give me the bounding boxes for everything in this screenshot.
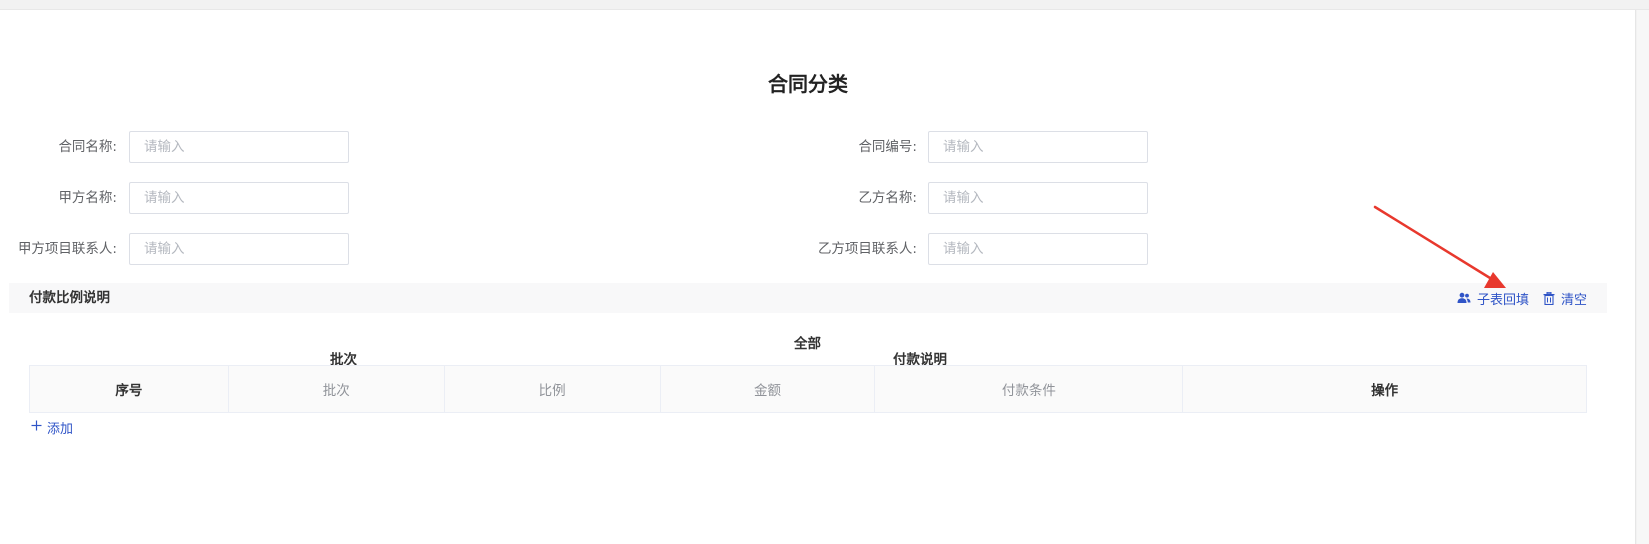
contract-number-input[interactable] [928,131,1148,163]
column-header-ratio: 比例 [443,365,661,413]
column-header-payment-condition: 付款条件 [874,365,1184,413]
party-b-name-label: 乙方名称: [858,190,917,206]
plus-icon [31,420,42,435]
column-header-index: 序号 [29,365,229,413]
section-title: 付款比例说明 [29,290,110,306]
trash-icon [1543,291,1555,305]
form-title: 合同分类 [768,72,848,96]
form-card: 合同分类 合同名称: 合同编号: 甲方名称: 乙方名称: 甲方项目联系人: 乙方… [0,10,1636,544]
column-header-batch: 批次 [227,365,445,413]
window-top-strip [0,0,1649,10]
vertical-scrollbar[interactable] [1637,10,1649,544]
party-a-contact-input[interactable] [129,233,349,265]
party-b-name-input[interactable] [928,182,1148,214]
subtable-backfill-label: 子表回填 [1476,292,1529,308]
party-b-contact-input[interactable] [928,233,1148,265]
users-icon [1457,292,1471,304]
column-header-amount: 金额 [659,365,876,413]
add-row-button[interactable]: 添加 [31,418,73,437]
party-b-contact-label: 乙方项目联系人: [817,241,917,257]
add-row-label: 添加 [47,422,74,437]
payment-section-header: 付款比例说明 子表回填 清空 [9,283,1607,313]
column-header-actions: 操作 [1182,365,1587,413]
party-a-contact-label: 甲方项目联系人: [17,241,117,257]
section-actions: 子表回填 清空 [1449,283,1587,313]
group-header-all: 全部 [794,336,821,352]
clear-button[interactable]: 清空 [1543,289,1587,308]
payment-table: 序号 批次 比例 金额 付款条件 操作 [29,365,1587,413]
party-a-name-input[interactable] [129,182,349,214]
contract-name-label: 合同名称: [58,139,117,155]
table-header-row: 序号 批次 比例 金额 付款条件 操作 [29,365,1587,413]
contract-name-input[interactable] [129,131,349,163]
clear-label: 清空 [1560,292,1587,308]
subtable-backfill-button[interactable]: 子表回填 [1457,289,1529,308]
party-a-name-label: 甲方名称: [58,190,117,206]
contract-number-label: 合同编号: [858,139,917,155]
